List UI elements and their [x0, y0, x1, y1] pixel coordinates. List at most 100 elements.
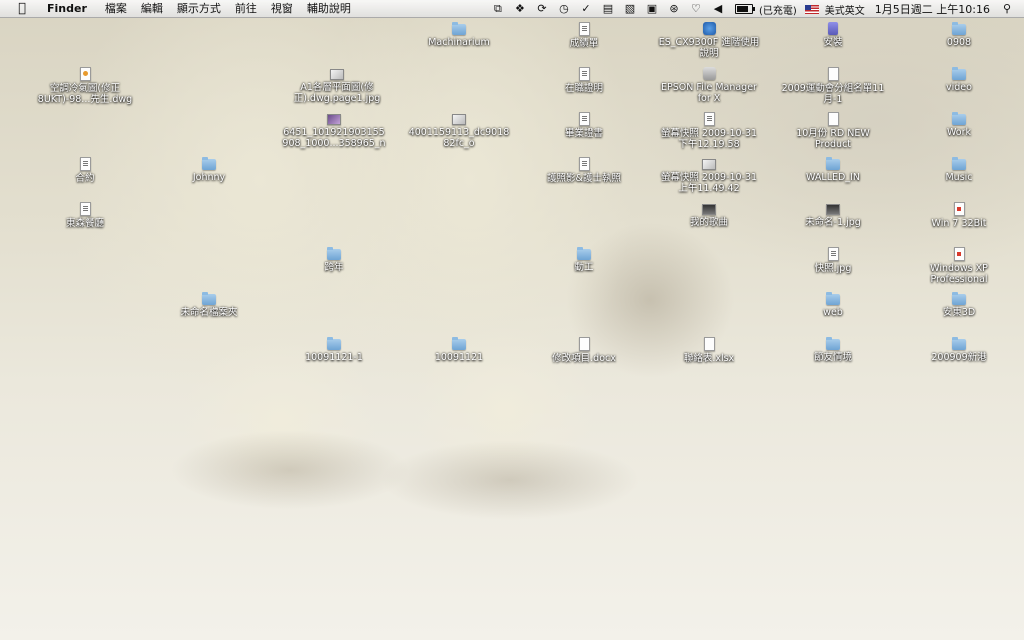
desktop-icon-label: 200909新港: [931, 352, 987, 363]
battery-icon[interactable]: [734, 4, 755, 14]
desktop-icon-label: 動工: [574, 262, 594, 273]
desktop-icon[interactable]: 10月份 RD NEW Product: [763, 112, 903, 150]
desktop-icon-label: 10091121: [434, 352, 484, 363]
desktop-icon[interactable]: 動工: [514, 247, 654, 273]
desktop-icon[interactable]: 安裝: [763, 22, 903, 48]
desktop-icon[interactable]: 2009運動會分組名單11 月-1: [763, 67, 903, 105]
desktop-icon[interactable]: Windows XP Professional: [889, 247, 1024, 285]
desktop-icon[interactable]: 4001159113_dc9018 82fc_o: [389, 112, 529, 149]
menu-clock[interactable]: 1月5日週二 上午10:16: [869, 1, 996, 17]
desktop-icon[interactable]: 10091121-1: [264, 337, 404, 363]
desktop-icon[interactable]: ES_CX9300F 進階使用 說明: [639, 22, 779, 59]
desktop-icon[interactable]: 未命名檔案夾: [139, 292, 279, 318]
apple-icon[interactable]: : [12, 0, 32, 18]
desktop-icon[interactable]: EPSON File Manager for X: [639, 67, 779, 104]
desktop-icon-label: WALLED_IN: [806, 172, 860, 183]
menu-edit[interactable]: 編輯: [134, 0, 170, 18]
desktop-icon-label: web: [823, 307, 843, 318]
desktop-icon[interactable]: 跨年: [264, 247, 404, 273]
folder-icon: [452, 22, 466, 35]
folder-icon: [826, 337, 840, 350]
desktop-icon[interactable]: 空調冷氣圖(修正 8UKT)-98...先生.dwg: [15, 67, 155, 105]
volume-icon[interactable]: ◀: [711, 2, 725, 16]
time-machine-icon[interactable]: ◷: [557, 2, 571, 16]
desktop-icon[interactable]: 畢業證書: [514, 112, 654, 139]
desktop-icon-label: 節友情境: [813, 352, 852, 363]
desktop-icon-label: Machinarium: [428, 37, 490, 48]
desktop-icon[interactable]: 節友情境: [763, 337, 903, 363]
desktop-icon[interactable]: video: [889, 67, 1024, 93]
desktop-icon[interactable]: Music: [889, 157, 1024, 183]
desktop-icon[interactable]: 合約: [15, 157, 155, 184]
desktop-icon[interactable]: 10091121: [389, 337, 529, 363]
document-icon: [578, 337, 590, 351]
desktop-icon[interactable]: 快照.jpg: [763, 247, 903, 274]
document-icon: [703, 112, 715, 126]
desktop-icon[interactable]: 護照影&護士執照: [514, 157, 654, 184]
screen-share-icon[interactable]: ⧉: [491, 2, 505, 16]
document-icon: [578, 157, 590, 171]
battery-status[interactable]: (已充電): [755, 2, 801, 17]
desktop-icon-label: 螢幕快照 2009-10-31 下午12.19.58: [660, 128, 758, 150]
desktop-icon[interactable]: A1各層平面圖(修 正).dwg.page1.jpg: [267, 67, 407, 104]
desktop-icon[interactable]: 我的歌曲: [639, 202, 779, 228]
memory-icon[interactable]: ▤: [601, 2, 615, 16]
desktop-icon-label: 4001159113_dc9018 82fc_o: [408, 127, 510, 149]
desktop-icon-label: 跨年: [324, 262, 344, 273]
desktop-icon[interactable]: 安東3D: [889, 292, 1024, 318]
sync-icon[interactable]: ⟳: [535, 2, 549, 16]
folder-icon: [826, 157, 840, 170]
desktop-icon-label: 護照影&護士執照: [547, 173, 621, 184]
wifi-icon[interactable]: ♡: [689, 2, 703, 16]
menu-window[interactable]: 視窗: [264, 0, 300, 18]
dropbox-icon[interactable]: ❖: [513, 2, 527, 16]
desktop-icon[interactable]: 聯絡表.xlsx: [639, 337, 779, 364]
script-icon[interactable]: ✓: [579, 2, 593, 16]
desktop-icon[interactable]: Work: [889, 112, 1024, 138]
document-icon: [827, 67, 839, 81]
desktop-icon-label: ES_CX9300F 進階使用 說明: [658, 37, 760, 59]
bluetooth-icon[interactable]: ⊛: [667, 2, 681, 16]
desktop-icon[interactable]: 東森餐廳: [15, 202, 155, 229]
desktop-icon-label: 螢幕快照 2009-10-31 上午11.49.42: [660, 172, 758, 194]
menu-help[interactable]: 輔助說明: [300, 0, 358, 18]
document-icon: [578, 112, 590, 126]
desktop-icon[interactable]: 成績單: [514, 22, 654, 49]
desktop-icon[interactable]: 0908: [889, 22, 1024, 48]
desktop-icon[interactable]: Machinarium: [389, 22, 529, 48]
spotlight-icon[interactable]: ⚲: [1000, 2, 1014, 16]
installer-icon: [828, 22, 838, 35]
desktop-icon-label: 10091121-1: [305, 352, 363, 363]
menu-file[interactable]: 檔案: [98, 0, 134, 18]
document-icon: [578, 67, 590, 81]
desktop-icon-label: 成績單: [569, 38, 599, 49]
menu-go[interactable]: 前往: [228, 0, 264, 18]
desktop-icon[interactable]: 6451_101921903155 908_1000...358965_n: [264, 112, 404, 149]
desktop-icon[interactable]: 200909新港: [889, 337, 1024, 363]
desktop-icon[interactable]: Johnny: [139, 157, 279, 183]
desktop-icon[interactable]: WALLED_IN: [763, 157, 903, 183]
menu-bar:  Finder 檔案 編輯 顯示方式 前往 視窗 輔助說明 ⧉ ❖ ⟳ ◷ ✓…: [0, 0, 1024, 18]
display-icon[interactable]: ▣: [645, 2, 659, 16]
desktop-icon-label: 在職證明: [564, 83, 603, 94]
desktop-icon-label: 未命名檔案夾: [180, 307, 238, 318]
app-menu-finder[interactable]: Finder: [40, 0, 98, 18]
input-source[interactable]: 美式英文: [821, 2, 869, 17]
desktop-icon[interactable]: Win 7 32Bit: [889, 202, 1024, 229]
desktop-icon[interactable]: 螢幕快照 2009-10-31 下午12.19.58: [639, 112, 779, 150]
desktop-icon[interactable]: 螢幕快照 2009-10-31 上午11.49.42: [639, 157, 779, 194]
desktop-icon-label: 未命名-1.jpg: [805, 217, 861, 228]
desktop-icon-label: 快照.jpg: [814, 263, 852, 274]
desktop-icon-label: Work: [946, 127, 972, 138]
us-flag-icon[interactable]: [804, 4, 819, 14]
desktop-icon-label: 10月份 RD NEW Product: [796, 128, 870, 150]
desktop-icon[interactable]: web: [763, 292, 903, 318]
desktop-icon[interactable]: 修改項目.docx: [514, 337, 654, 364]
menu-view[interactable]: 顯示方式: [170, 0, 228, 18]
desktop-icon[interactable]: 在職證明: [514, 67, 654, 94]
document-icon: [827, 247, 839, 261]
desktop-icon-label: Music: [945, 172, 973, 183]
input-icon[interactable]: ▧: [623, 2, 637, 16]
desktop-icon[interactable]: 未命名-1.jpg: [763, 202, 903, 228]
desktop-icon-label: 0908: [946, 37, 972, 48]
